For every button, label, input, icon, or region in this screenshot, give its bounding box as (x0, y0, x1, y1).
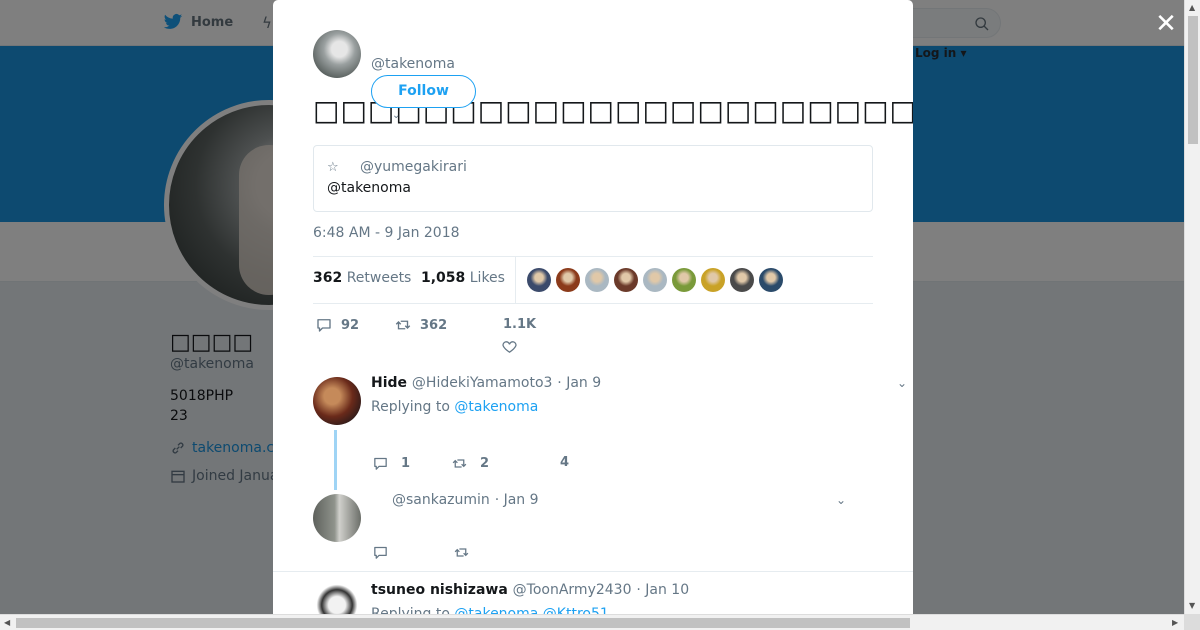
reply-time[interactable]: · Jan 9 (495, 492, 539, 508)
reply-icon (374, 546, 387, 559)
tweet-author-avatar[interactable] (313, 30, 361, 78)
tweet-timestamp[interactable]: 6:48 AM - 9 Jan 2018 (313, 225, 460, 241)
liker-avatar[interactable] (643, 268, 667, 292)
reply-action[interactable]: 92 (315, 316, 359, 334)
replying-to-link[interactable]: @takenoma @Kttro51 (454, 606, 608, 614)
replying-to: Replying to @takenoma (371, 399, 538, 415)
chevron-down-icon[interactable]: ⌄ (897, 376, 907, 390)
retweet-action[interactable] (453, 544, 470, 561)
scroll-right-icon[interactable]: ▶ (1172, 618, 1178, 627)
vertical-scrollbar[interactable]: ▲ ▼ (1184, 0, 1200, 614)
liker-avatar[interactable] (672, 268, 696, 292)
liker-avatar[interactable] (585, 268, 609, 292)
close-modal-icon[interactable]: ✕ (1154, 11, 1178, 37)
replying-prefix: Replying to (371, 399, 450, 415)
follow-button[interactable]: Follow (371, 75, 476, 108)
reply-author-name: Hide (371, 375, 408, 391)
reply-time[interactable]: · Jan 9 (557, 375, 601, 391)
likers-avatars (527, 268, 783, 292)
reply-count: 1 (401, 456, 411, 471)
reply-count: 92 (341, 317, 360, 333)
tweet-stats: 362 Retweets 1,058 Likes (313, 256, 873, 304)
retweets-stat[interactable]: 362 Retweets (313, 270, 411, 286)
scroll-left-icon[interactable]: ◀ (4, 618, 10, 627)
tweet-author-handle[interactable]: @takenoma (371, 56, 455, 72)
reply-avatar[interactable] (313, 494, 361, 542)
retweet-count: 362 (420, 317, 448, 333)
reply-author[interactable]: @sankazumin · Jan 9 (392, 492, 539, 508)
likes-stat[interactable]: 1,058 Likes (421, 270, 505, 286)
replying-to-link[interactable]: @takenoma (454, 399, 538, 415)
thread-connector (334, 430, 337, 490)
retweet-action[interactable]: 362 (394, 316, 447, 334)
like-count: 1.1K (503, 317, 537, 332)
reply-author[interactable]: tsuneo nishizawa @ToonArmy2430 · Jan 10 (371, 582, 689, 598)
like-action[interactable]: 1.1K (502, 317, 537, 355)
stats-divider (515, 257, 516, 303)
reply-action[interactable]: 1 (372, 455, 410, 472)
liker-avatar[interactable] (759, 268, 783, 292)
like-count: 4 (560, 455, 570, 470)
liker-avatar[interactable] (527, 268, 551, 292)
retweet-action[interactable]: 2 (451, 455, 489, 472)
reply-time[interactable]: · Jan 10 (636, 582, 689, 598)
retweet-icon (395, 320, 411, 330)
reply-author-handle: @sankazumin (392, 492, 490, 508)
reply-author-name: tsuneo nishizawa (371, 582, 508, 598)
quoted-tweet[interactable]: ☆ @yumegakirari @takenoma (313, 145, 873, 212)
chevron-down-icon[interactable]: ⌄ (392, 110, 400, 121)
scrollbar-corner (1184, 614, 1200, 630)
retweets-count: 362 (313, 270, 343, 286)
replying-to: Replying to @takenoma @Kttro51 (371, 606, 609, 614)
retweet-icon (454, 548, 469, 557)
retweet-icon (452, 459, 467, 468)
scrollbar-thumb[interactable] (1188, 16, 1198, 144)
tweet-modal: @takenoma □□□□□□□□□□□□□□□□□□□□□□□□□□□□□□… (273, 0, 913, 614)
scroll-down-icon[interactable]: ▼ (1189, 601, 1195, 610)
reply-icon (317, 319, 331, 332)
chevron-down-icon[interactable]: ⌄ (836, 493, 846, 507)
liker-avatar[interactable] (614, 268, 638, 292)
horizontal-scrollbar[interactable]: ◀ ▶ (0, 614, 1184, 630)
login-dropdown[interactable]: Log in ▾ (915, 46, 967, 60)
reply-action[interactable] (372, 544, 389, 561)
like-action[interactable]: 4 (560, 455, 569, 470)
reply-icon (374, 457, 387, 470)
reply-author-handle: @HidekiYamamoto3 (411, 375, 553, 391)
reply-author-handle: @ToonArmy2430 (512, 582, 632, 598)
liker-avatar[interactable] (701, 268, 725, 292)
liker-avatar[interactable] (730, 268, 754, 292)
retweets-label: Retweets (346, 270, 412, 286)
star-icon: ☆ (327, 160, 339, 175)
likes-label: Likes (469, 270, 505, 286)
liker-avatar[interactable] (556, 268, 580, 292)
quoted-handle: @yumegakirari (360, 159, 467, 175)
reply-avatar[interactable] (313, 377, 361, 425)
heart-icon (502, 341, 517, 353)
retweet-count: 2 (480, 456, 490, 471)
scrollbar-thumb[interactable] (16, 618, 910, 628)
replying-prefix: Replying to (371, 606, 450, 614)
scroll-up-icon[interactable]: ▲ (1189, 3, 1195, 12)
reply-author[interactable]: Hide @HidekiYamamoto3 · Jan 9 (371, 375, 601, 391)
quoted-text: @takenoma (327, 180, 411, 196)
likes-count: 1,058 (421, 270, 466, 286)
